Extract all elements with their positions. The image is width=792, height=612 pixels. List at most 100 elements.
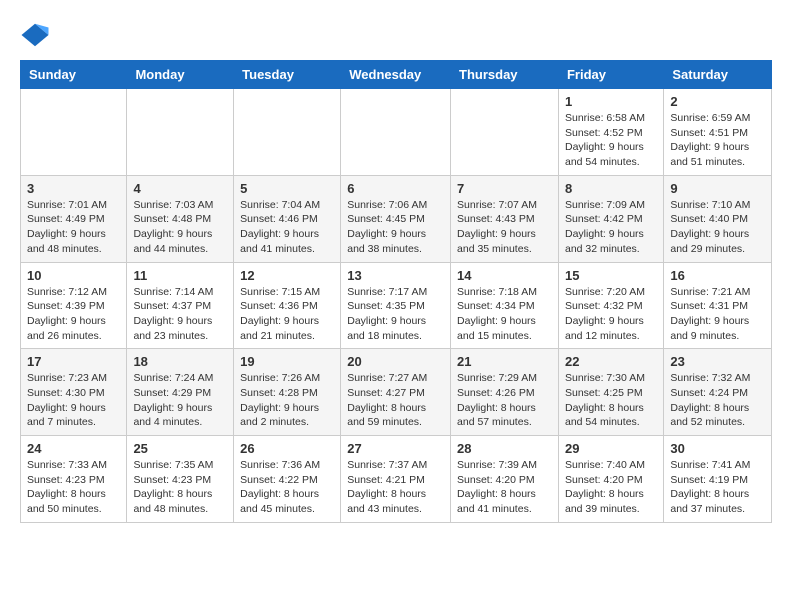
day-info: Sunrise: 7:32 AMSunset: 4:24 PMDaylight:… [670,371,765,430]
calendar-cell [21,89,127,176]
calendar-cell: 23 Sunrise: 7:32 AMSunset: 4:24 PMDayligh… [664,349,772,436]
calendar: SundayMondayTuesdayWednesdayThursdayFrid… [20,60,772,523]
day-number: 28 [457,441,552,456]
day-number: 22 [565,354,657,369]
day-number: 14 [457,268,552,283]
calendar-cell: 7Sunrise: 7:07 AMSunset: 4:43 PMDaylight… [451,175,559,262]
day-info: Sunrise: 7:12 AMSunset: 4:39 PMDaylight:… [27,285,120,344]
day-number: 13 [347,268,444,283]
calendar-cell: 28Sunrise: 7:39 AMSunset: 4:20 PMDayligh… [451,436,559,523]
calendar-cell: 5Sunrise: 7:04 AMSunset: 4:46 PMDaylight… [234,175,341,262]
weekday-header-tuesday: Tuesday [234,61,341,89]
calendar-cell [451,89,559,176]
calendar-cell: 16 Sunrise: 7:21 AMSunset: 4:31 PMDayligh… [664,262,772,349]
day-number: 8 [565,181,657,196]
calendar-week-1: 1 Sunrise: 6:58 AMSunset: 4:52 PMDaylight… [21,89,772,176]
day-info: Sunrise: 7:23 AMSunset: 4:30 PMDaylight:… [27,371,120,430]
day-number: 27 [347,441,444,456]
calendar-cell: 1 Sunrise: 6:58 AMSunset: 4:52 PMDaylight… [558,89,663,176]
day-number: 17 [27,354,120,369]
day-info: Sunrise: 6:59 AMSunset: 4:51 PMDaylight:… [670,111,765,170]
calendar-cell: 2 Sunrise: 6:59 AMSunset: 4:51 PMDaylight… [664,89,772,176]
calendar-cell: 18 Sunrise: 7:24 AMSunset: 4:29 PMDayligh… [127,349,234,436]
calendar-cell: 29Sunrise: 7:40 AMSunset: 4:20 PMDayligh… [558,436,663,523]
day-info: Sunrise: 7:41 AMSunset: 4:19 PMDaylight:… [670,458,765,517]
day-number: 12 [240,268,334,283]
calendar-cell: 25 Sunrise: 7:35 AMSunset: 4:23 PMDayligh… [127,436,234,523]
calendar-cell: 30 Sunrise: 7:41 AMSunset: 4:19 PMDayligh… [664,436,772,523]
calendar-cell: 15 Sunrise: 7:20 AMSunset: 4:32 PMDayligh… [558,262,663,349]
calendar-cell: 27 Sunrise: 7:37 AMSunset: 4:21 PMDayligh… [341,436,451,523]
day-number: 15 [565,268,657,283]
calendar-cell: 19 Sunrise: 7:26 AMSunset: 4:28 PMDayligh… [234,349,341,436]
day-number: 16 [670,268,765,283]
calendar-week-3: 10 Sunrise: 7:12 AMSunset: 4:39 PMDayligh… [21,262,772,349]
calendar-cell: 3 Sunrise: 7:01 AMSunset: 4:49 PMDaylight… [21,175,127,262]
calendar-week-4: 17 Sunrise: 7:23 AMSunset: 4:30 PMDayligh… [21,349,772,436]
day-number: 21 [457,354,552,369]
day-number: 6 [347,181,444,196]
day-info: Sunrise: 7:37 AMSunset: 4:21 PMDaylight:… [347,458,444,517]
calendar-cell: 13 Sunrise: 7:17 AMSunset: 4:35 PMDayligh… [341,262,451,349]
page-header [20,20,772,50]
day-info: Sunrise: 7:24 AMSunset: 4:29 PMDaylight:… [133,371,227,430]
day-number: 24 [27,441,120,456]
day-info: Sunrise: 7:20 AMSunset: 4:32 PMDaylight:… [565,285,657,344]
calendar-cell: 22 Sunrise: 7:30 AMSunset: 4:25 PMDayligh… [558,349,663,436]
calendar-cell: 6 Sunrise: 7:06 AMSunset: 4:45 PMDaylight… [341,175,451,262]
day-info: Sunrise: 7:09 AMSunset: 4:42 PMDaylight:… [565,198,657,257]
day-info: Sunrise: 7:15 AMSunset: 4:36 PMDaylight:… [240,285,334,344]
day-number: 26 [240,441,334,456]
calendar-cell: 11Sunrise: 7:14 AMSunset: 4:37 PMDayligh… [127,262,234,349]
day-number: 20 [347,354,444,369]
day-info: Sunrise: 7:30 AMSunset: 4:25 PMDaylight:… [565,371,657,430]
calendar-cell: 21 Sunrise: 7:29 AMSunset: 4:26 PMDayligh… [451,349,559,436]
calendar-cell [234,89,341,176]
day-info: Sunrise: 7:35 AMSunset: 4:23 PMDaylight:… [133,458,227,517]
day-info: Sunrise: 7:03 AMSunset: 4:48 PMDaylight:… [133,198,227,257]
weekday-header-friday: Friday [558,61,663,89]
calendar-cell: 26 Sunrise: 7:36 AMSunset: 4:22 PMDayligh… [234,436,341,523]
day-info: Sunrise: 7:04 AMSunset: 4:46 PMDaylight:… [240,198,334,257]
calendar-week-5: 24 Sunrise: 7:33 AMSunset: 4:23 PMDayligh… [21,436,772,523]
day-info: Sunrise: 7:21 AMSunset: 4:31 PMDaylight:… [670,285,765,344]
logo-icon [20,20,50,50]
weekday-header-monday: Monday [127,61,234,89]
day-number: 9 [670,181,765,196]
calendar-cell: 14 Sunrise: 7:18 AMSunset: 4:34 PMDayligh… [451,262,559,349]
logo [20,20,54,50]
weekday-header-sunday: Sunday [21,61,127,89]
day-number: 29 [565,441,657,456]
day-number: 25 [133,441,227,456]
day-number: 7 [457,181,552,196]
day-number: 18 [133,354,227,369]
day-number: 1 [565,94,657,109]
day-info: Sunrise: 6:58 AMSunset: 4:52 PMDaylight:… [565,111,657,170]
day-number: 4 [133,181,227,196]
day-number: 3 [27,181,120,196]
calendar-cell: 10 Sunrise: 7:12 AMSunset: 4:39 PMDayligh… [21,262,127,349]
calendar-cell: 20 Sunrise: 7:27 AMSunset: 4:27 PMDayligh… [341,349,451,436]
day-info: Sunrise: 7:01 AMSunset: 4:49 PMDaylight:… [27,198,120,257]
weekday-header-thursday: Thursday [451,61,559,89]
day-number: 23 [670,354,765,369]
weekday-header-saturday: Saturday [664,61,772,89]
day-info: Sunrise: 7:10 AMSunset: 4:40 PMDaylight:… [670,198,765,257]
calendar-cell [341,89,451,176]
day-number: 2 [670,94,765,109]
day-info: Sunrise: 7:36 AMSunset: 4:22 PMDaylight:… [240,458,334,517]
calendar-cell: 4 Sunrise: 7:03 AMSunset: 4:48 PMDaylight… [127,175,234,262]
day-info: Sunrise: 7:33 AMSunset: 4:23 PMDaylight:… [27,458,120,517]
calendar-cell: 17 Sunrise: 7:23 AMSunset: 4:30 PMDayligh… [21,349,127,436]
day-number: 10 [27,268,120,283]
day-number: 30 [670,441,765,456]
day-info: Sunrise: 7:18 AMSunset: 4:34 PMDaylight:… [457,285,552,344]
day-info: Sunrise: 7:29 AMSunset: 4:26 PMDaylight:… [457,371,552,430]
day-info: Sunrise: 7:17 AMSunset: 4:35 PMDaylight:… [347,285,444,344]
day-info: Sunrise: 7:06 AMSunset: 4:45 PMDaylight:… [347,198,444,257]
day-number: 19 [240,354,334,369]
day-info: Sunrise: 7:26 AMSunset: 4:28 PMDaylight:… [240,371,334,430]
day-info: Sunrise: 7:14 AMSunset: 4:37 PMDaylight:… [133,285,227,344]
day-info: Sunrise: 7:27 AMSunset: 4:27 PMDaylight:… [347,371,444,430]
weekday-header-wednesday: Wednesday [341,61,451,89]
